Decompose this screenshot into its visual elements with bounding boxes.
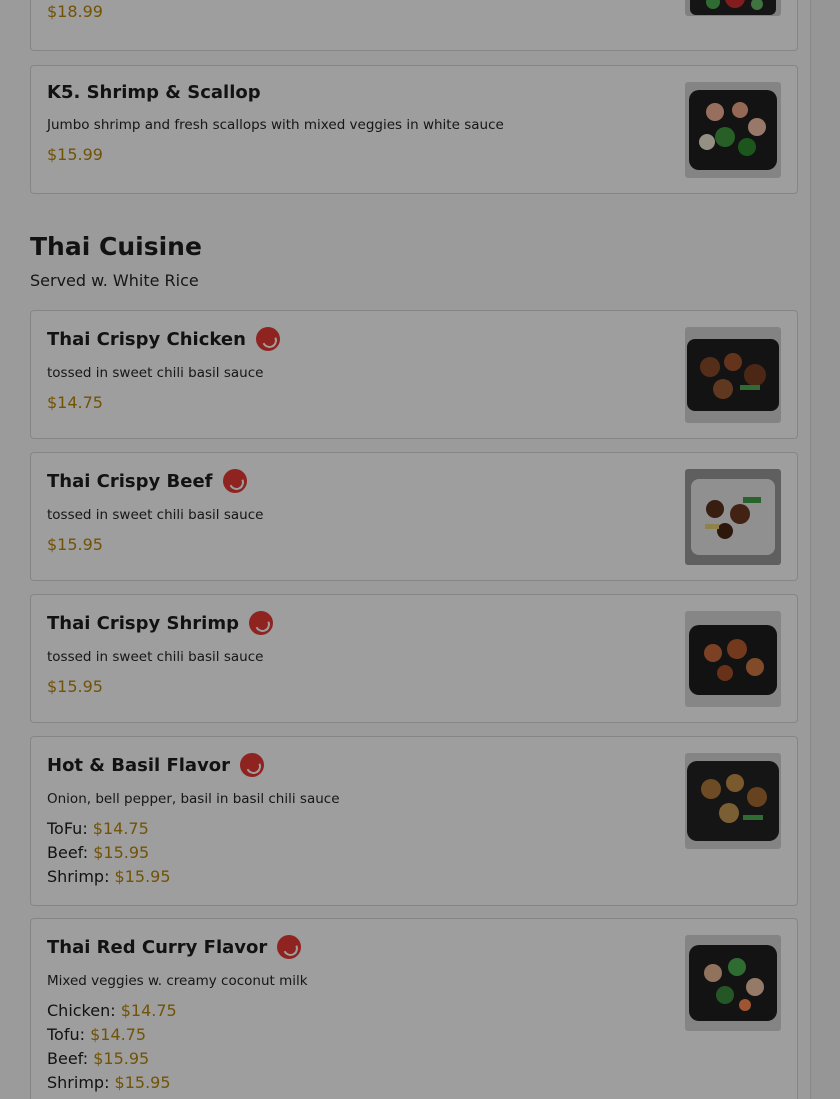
price-option: Beef: $15.95 [47, 1049, 149, 1068]
menu-item-card[interactable]: Thai Crispy Beef tossed in sweet chili b… [30, 452, 798, 581]
item-price: $15.95 [47, 535, 103, 554]
item-description: Mixed veggies w. creamy coconut milk [47, 973, 308, 989]
item-description: Jumbo shrimp and fresh scallops with mix… [47, 117, 504, 133]
price-option: Shrimp: $15.95 [47, 867, 171, 886]
menu-item-card[interactable]: Thai Crispy Shrimp tossed in sweet chili… [30, 594, 798, 723]
menu-item-card[interactable]: Thai Crispy Chicken tossed in sweet chil… [30, 310, 798, 439]
section-subtitle: Served w. White Rice [30, 271, 199, 290]
option-label: Shrimp: [47, 867, 110, 886]
item-description: tossed in sweet chili basil sauce [47, 649, 264, 665]
chili-pepper-icon [222, 469, 247, 493]
price-option: ToFu: $14.75 [47, 819, 149, 838]
item-name-row: Thai Crispy Shrimp [47, 611, 273, 635]
item-name: Thai Crispy Chicken [47, 328, 246, 350]
price-option: Beef: $15.95 [47, 843, 149, 862]
option-price: $15.95 [93, 1049, 150, 1068]
item-photo [685, 611, 781, 707]
option-label: Chicken: [47, 1001, 116, 1020]
item-name: K5. Shrimp & Scallop [47, 82, 261, 103]
item-description: tossed in sweet chili basil sauce [47, 507, 264, 523]
item-price: $14.75 [47, 393, 103, 412]
chili-pepper-icon [277, 935, 302, 959]
item-name-row: Thai Crispy Beef [47, 469, 247, 493]
item-description: tossed in sweet chili basil sauce [47, 365, 264, 381]
item-name-row: Thai Red Curry Flavor [47, 935, 302, 959]
option-price: $15.95 [93, 843, 150, 862]
item-photo [685, 0, 781, 16]
menu-item-card[interactable]: $18.99 [30, 0, 798, 51]
item-name: Hot & Basil Flavor [47, 754, 231, 776]
option-price: $15.95 [114, 1073, 171, 1092]
item-photo [685, 753, 781, 849]
option-label: Beef: [47, 843, 89, 862]
menu-item-card[interactable]: K5. Shrimp & Scallop Jumbo shrimp and fr… [30, 65, 798, 194]
item-price: $15.95 [47, 677, 103, 696]
item-name: Thai Crispy Beef [47, 470, 213, 492]
option-price: $15.95 [114, 867, 171, 886]
menu-page: $18.99 K5. Shrimp & Scallop Jumbo shrimp… [0, 0, 811, 1099]
item-photo [685, 327, 781, 423]
item-photo [685, 935, 781, 1031]
item-photo [685, 82, 781, 178]
option-label: ToFu: [47, 819, 88, 838]
section-title: Thai Cuisine [30, 232, 202, 261]
item-name: Thai Red Curry Flavor [47, 936, 268, 958]
item-price: $18.99 [47, 2, 103, 21]
item-price: $15.99 [47, 145, 103, 164]
item-photo [685, 469, 781, 565]
option-label: Tofu: [47, 1025, 86, 1044]
price-option: Chicken: $14.75 [47, 1001, 177, 1020]
chili-pepper-icon [249, 611, 273, 635]
menu-item-card[interactable]: Hot & Basil Flavor Onion, bell pepper, b… [30, 736, 798, 906]
price-option: Tofu: $14.75 [47, 1025, 146, 1044]
option-price: $14.75 [90, 1025, 147, 1044]
item-description: Onion, bell pepper, basil in basil chili… [47, 791, 340, 807]
option-label: Beef: [47, 1049, 89, 1068]
price-option: Shrimp: $15.95 [47, 1073, 171, 1092]
option-price: $14.75 [120, 1001, 177, 1020]
chili-pepper-icon [240, 753, 265, 777]
chili-pepper-icon [255, 327, 280, 351]
item-name-row: Thai Crispy Chicken [47, 327, 280, 351]
menu-item-card[interactable]: Thai Red Curry Flavor Mixed veggies w. c… [30, 918, 798, 1099]
item-name-row: Hot & Basil Flavor [47, 753, 265, 777]
item-name: Thai Crispy Shrimp [47, 612, 239, 634]
scrollbar[interactable] [810, 0, 840, 1099]
option-label: Shrimp: [47, 1073, 110, 1092]
option-price: $14.75 [92, 819, 149, 838]
